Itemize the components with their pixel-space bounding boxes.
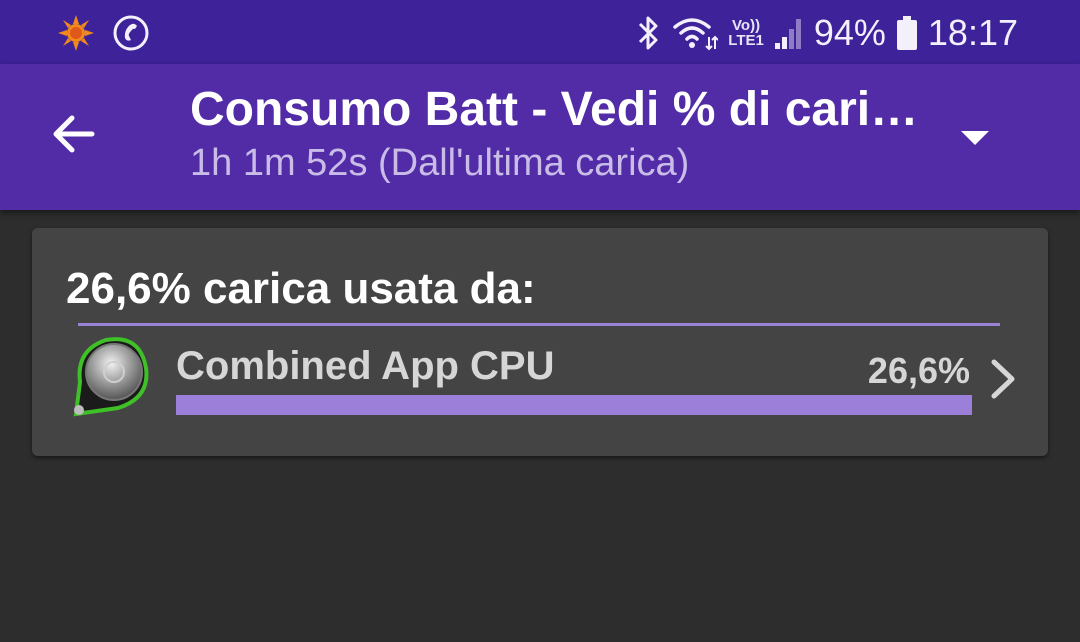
back-arrow-icon[interactable] (48, 108, 100, 160)
clock: 18:17 (927, 12, 1018, 53)
signal-icon (774, 19, 801, 49)
usage-progress-fill (176, 395, 972, 415)
app-bar: Consumo Batt - Vedi % di cari… 1h 1m 52s… (0, 64, 1080, 210)
volte-label: Vo)) (732, 17, 761, 34)
dropdown-arrow-icon[interactable] (958, 128, 992, 148)
phone-icon (113, 15, 149, 51)
app-cpu-icon (73, 337, 149, 417)
status-bar-notifications (56, 14, 150, 52)
status-bar-system: Vo)) LTE1 94% 18:17 (636, 10, 1018, 56)
bluetooth-icon (639, 16, 658, 50)
app-name: Combined App CPU (176, 344, 555, 388)
usage-card: 26,6% carica usata da: Combined App CPU … (32, 228, 1048, 456)
network-type-label: Vo)) LTE1 (728, 18, 764, 48)
status-bar: Vo)) LTE1 94% 18:17 (0, 0, 1080, 64)
page-subtitle: 1h 1m 52s (Dall'ultima carica) (190, 142, 690, 184)
battery-percent: 94% (813, 12, 886, 53)
app-percent: 26,6% (867, 350, 970, 391)
battery-icon (896, 16, 917, 50)
page-title: Consumo Batt - Vedi % di cari… (190, 83, 919, 136)
usage-heading: 26,6% carica usata da: (66, 264, 536, 313)
wifi-icon (673, 18, 719, 51)
divider (78, 323, 1000, 326)
sun-icon (58, 15, 94, 51)
usage-progress-bar (176, 395, 972, 415)
chevron-right-icon[interactable] (988, 356, 1018, 402)
lte-label: LTE1 (728, 32, 764, 49)
